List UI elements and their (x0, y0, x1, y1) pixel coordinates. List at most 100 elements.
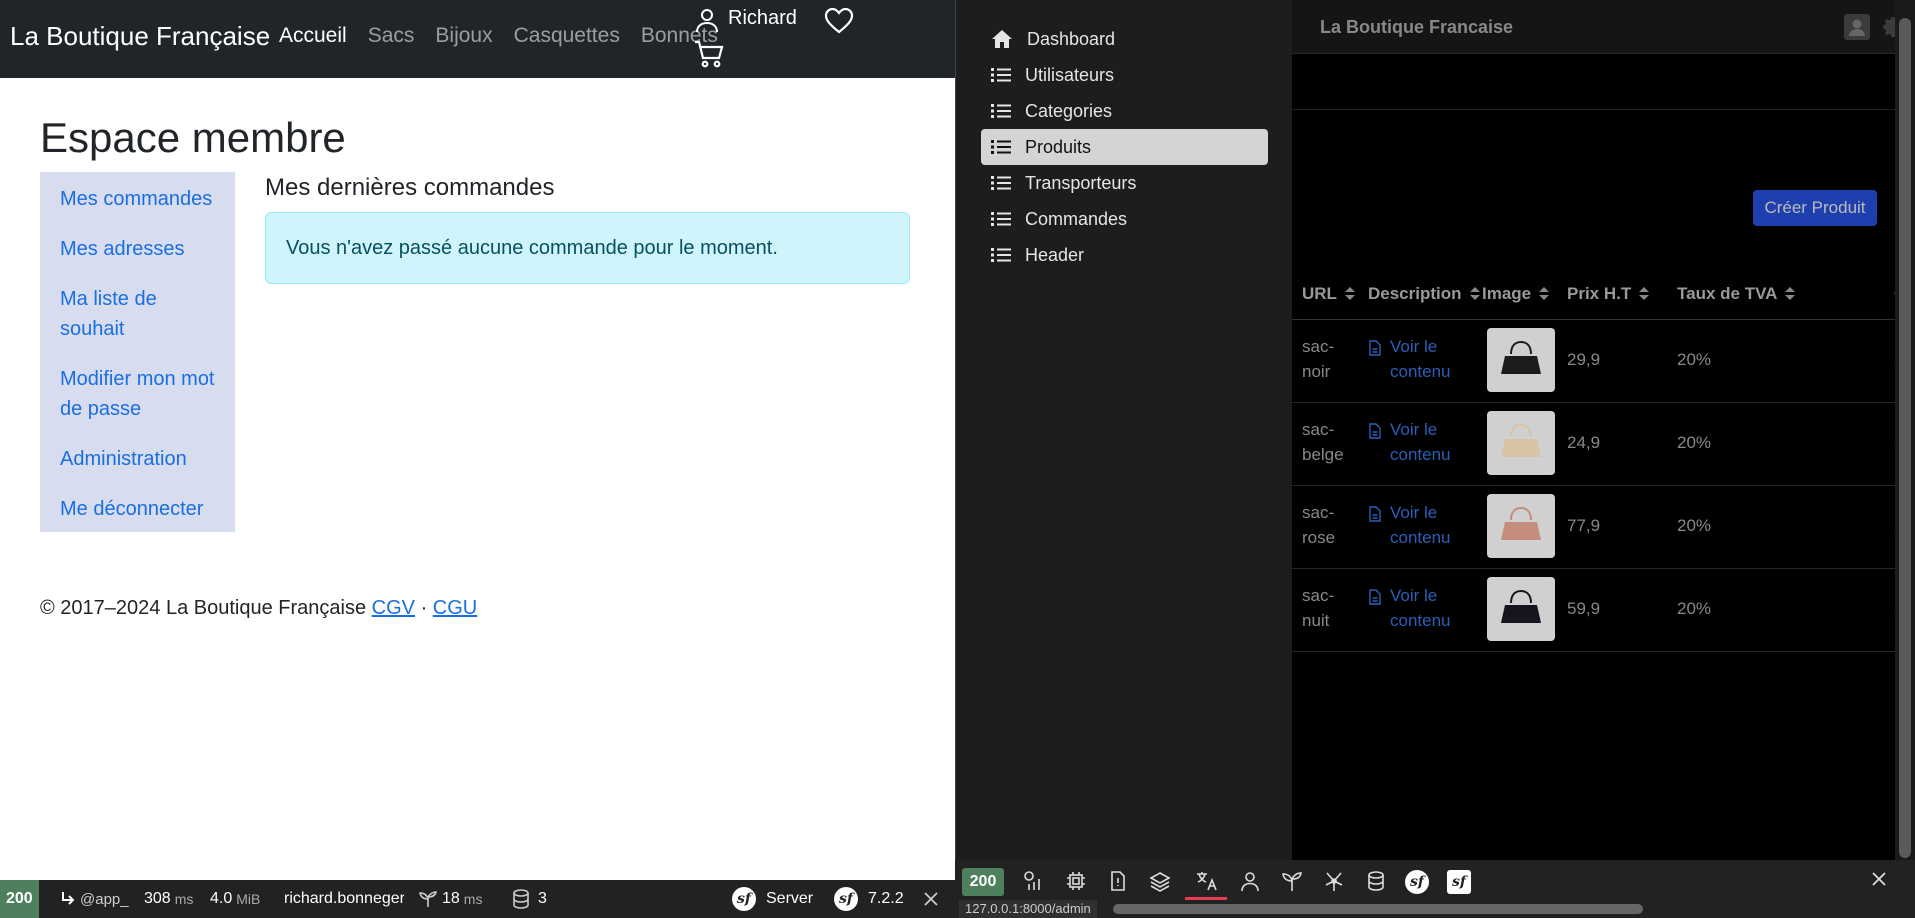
row-description-link[interactable]: Voir le contenu (1368, 583, 1470, 633)
menu-mes-adresses[interactable]: Mes adresses (40, 234, 235, 264)
profiler-memory[interactable]: 4.0 MiB (210, 880, 260, 918)
admin-menu-produits[interactable]: Produits (981, 129, 1268, 165)
close-icon[interactable] (1871, 871, 1887, 887)
profiler-version[interactable]: sf 7.2.2 (834, 880, 904, 918)
symfony-icon[interactable]: sf (1405, 870, 1429, 894)
admin-menu-commandes[interactable]: Commandes (981, 201, 1268, 237)
user-icon[interactable] (694, 7, 720, 33)
col-taux-tva[interactable]: Taux de TVA (1677, 284, 1796, 304)
twig-icon[interactable] (1281, 870, 1303, 892)
profiler-user[interactable]: richard.bonneger (284, 880, 404, 918)
status-badge[interactable]: 200 (962, 868, 1004, 896)
admin-menu: Dashboard Utilisateurs Categories Produi… (981, 21, 1268, 273)
profiler-toolbar: 200 @app_ 308 ms 4.0 MiB richard.bonnege… (0, 880, 955, 918)
admin-header-title[interactable]: La Boutique Francaise (1320, 17, 1513, 38)
menu-deconnecter[interactable]: Me déconnecter (40, 494, 235, 524)
exception-icon[interactable] (1107, 870, 1129, 892)
nav-bijoux[interactable]: Bijoux (435, 24, 492, 48)
user-name[interactable]: Richard (728, 7, 797, 30)
description-label: Voir le contenu (1390, 586, 1451, 630)
list-icon (991, 140, 1011, 154)
horizontal-scrollbar[interactable] (1113, 904, 1643, 914)
translation-icon[interactable] (1195, 870, 1219, 892)
nav-casquettes[interactable]: Casquettes (514, 24, 620, 48)
avatar[interactable] (1844, 14, 1870, 40)
create-product-button[interactable]: Créer Produit (1753, 190, 1877, 226)
admin-profiler-toolbar: 200 sf sf (955, 860, 1915, 900)
admin-menu-transporteurs[interactable]: Transporteurs (981, 165, 1268, 201)
request-icon[interactable] (1023, 870, 1045, 892)
profiler-twig[interactable]: 18 ms (418, 880, 482, 918)
profiler-close[interactable] (924, 880, 938, 918)
col-label: Description (1368, 284, 1462, 303)
menu-mes-commandes[interactable]: Mes commandes (40, 184, 235, 214)
symfony-config-icon[interactable]: sf (1447, 870, 1471, 894)
nav-accueil[interactable]: Accueil (279, 24, 347, 48)
bag-image (1501, 340, 1541, 374)
route-icon (62, 892, 75, 905)
row-prix: 29,9 (1567, 350, 1601, 369)
row-tva: 20% (1677, 516, 1712, 535)
menu-administration[interactable]: Administration (40, 444, 235, 474)
sort-icon (1785, 287, 1796, 301)
user-icon (1849, 19, 1865, 36)
row-tva: 20% (1677, 433, 1712, 452)
brand-logo[interactable]: La Boutique Française (10, 21, 270, 52)
profiler-db[interactable]: 3 (512, 880, 547, 918)
col-prix-ht[interactable]: Prix H.T (1567, 284, 1650, 304)
admin-menu-header[interactable]: Header (981, 237, 1268, 273)
admin-menu-dashboard[interactable]: Dashboard (981, 21, 1268, 57)
product-image (1487, 494, 1555, 558)
product-image (1487, 411, 1555, 475)
memory-value: 4.0 (210, 890, 233, 907)
description-label: Voir le contenu (1390, 420, 1451, 464)
menu-modifier-mot-de-passe[interactable]: Modifier mon mot de passe (40, 364, 235, 424)
db-queries: 3 (538, 890, 547, 907)
row-description-link[interactable]: Voir le contenu (1368, 334, 1470, 384)
performance-icon[interactable] (1065, 870, 1087, 892)
orders-empty-text: Vous n'avez passé aucune commande pour l… (286, 237, 778, 259)
footer-cgu-link[interactable]: CGU (433, 597, 477, 619)
heart-icon[interactable] (824, 7, 854, 35)
row-description-link[interactable]: Voir le contenu (1368, 417, 1470, 467)
row-prix: 59,9 (1567, 599, 1601, 618)
vertical-scrollbar[interactable] (1895, 0, 1915, 860)
status-badge: 200 (0, 880, 39, 918)
cart-icon[interactable] (694, 40, 724, 68)
menu-liste-souhait[interactable]: Ma liste de souhait (40, 284, 235, 344)
database-icon[interactable] (1365, 870, 1387, 892)
status-bar: 127.0.0.1:8000/admin (955, 900, 1915, 918)
row-url: sac-belge (1302, 420, 1344, 464)
user-icon[interactable] (1239, 870, 1261, 892)
messenger-icon[interactable] (1323, 870, 1345, 892)
admin-menu-label: Header (1025, 244, 1085, 265)
col-description[interactable]: Description (1368, 284, 1480, 304)
col-image[interactable]: Image (1482, 284, 1550, 304)
scrollbar-thumb[interactable] (1899, 18, 1911, 858)
time-value: 308 (144, 890, 171, 907)
admin-subheader (1292, 54, 1915, 110)
nav-sacs[interactable]: Sacs (368, 24, 415, 48)
footer-cgv-link[interactable]: CGV (372, 597, 415, 619)
admin-menu-categories[interactable]: Categories (981, 93, 1268, 129)
shop-navbar: La Boutique Française Accueil Sacs Bijou… (0, 0, 955, 78)
profiler-time[interactable]: 308 ms (144, 880, 193, 918)
symfony-icon: sf (732, 887, 756, 911)
admin-menu-utilisateurs[interactable]: Utilisateurs (981, 57, 1268, 93)
layers-icon[interactable] (1149, 870, 1171, 892)
row-tva: 20% (1677, 350, 1712, 369)
profiler-route[interactable]: @app_ (60, 880, 129, 918)
file-icon (1369, 589, 1381, 605)
profiler-status[interactable]: 200 (0, 880, 39, 918)
admin-menu-label: Transporteurs (1025, 172, 1137, 193)
twig-time: 18 (442, 890, 460, 907)
status-url: 127.0.0.1:8000/admin (959, 900, 1097, 918)
bag-body (1501, 605, 1541, 623)
profiler-server[interactable]: sf Server (732, 880, 813, 918)
list-icon (991, 104, 1011, 118)
row-description-link[interactable]: Voir le contenu (1368, 500, 1470, 550)
row-prix: 77,9 (1567, 516, 1601, 535)
col-label: Prix H.T (1567, 284, 1632, 303)
list-icon (991, 248, 1011, 262)
col-url[interactable]: URL (1302, 284, 1355, 304)
